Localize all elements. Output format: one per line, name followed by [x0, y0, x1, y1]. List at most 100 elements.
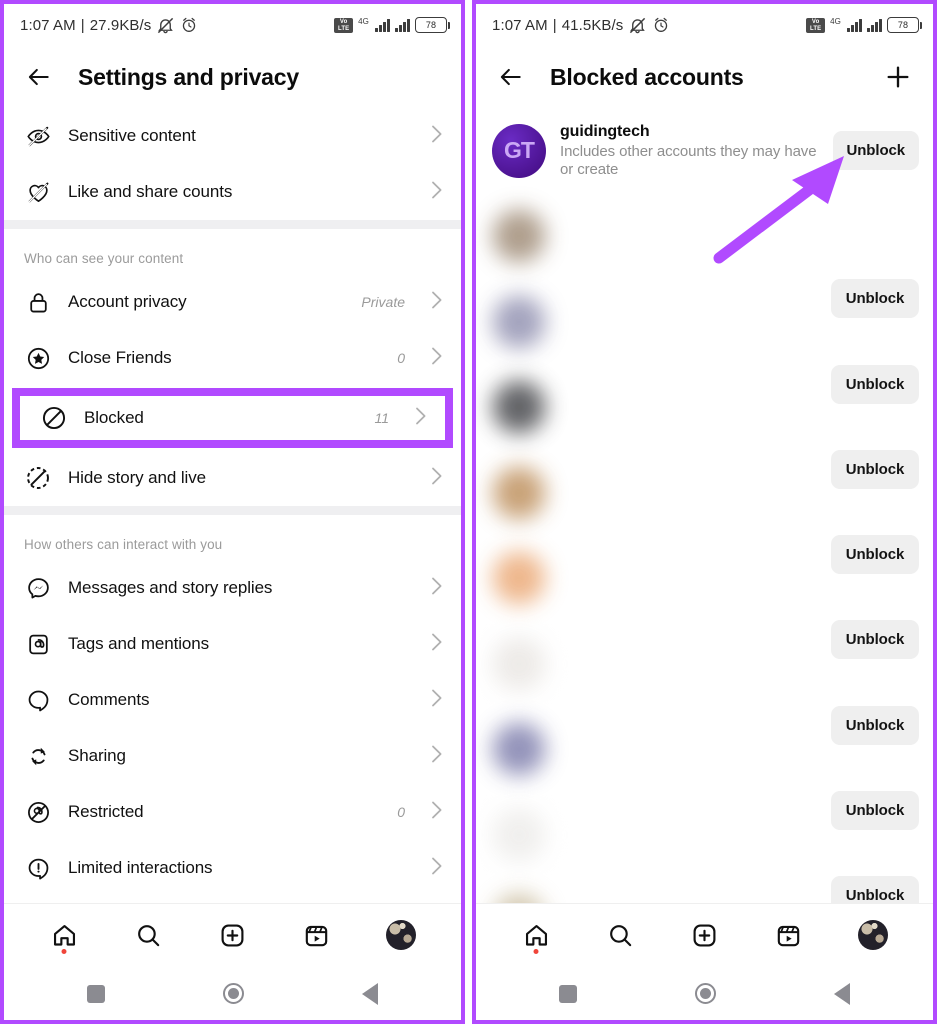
eye-off-icon [24, 122, 52, 150]
unblock-button[interactable]: Unblock [832, 131, 919, 171]
settings-row-sensitive-content[interactable]: Sensitive content [4, 108, 461, 164]
star-circle-icon [24, 344, 52, 372]
volte-bottom-label: LTE [338, 25, 350, 32]
blurred-avatar [492, 551, 546, 606]
status-bar: 1:07 AM | 27.9KB/s Vo LTE 4G 78 [4, 4, 461, 46]
home-circle-icon[interactable] [695, 983, 716, 1004]
nav-home-button[interactable] [518, 917, 554, 954]
section-divider [4, 506, 461, 515]
android-navigation-bar [476, 966, 933, 1020]
blocked-account-row[interactable]: GT guidingtech Includes other accounts t… [476, 108, 933, 194]
instagram-tab-bar [4, 904, 461, 966]
chevron-right-icon [431, 125, 443, 148]
blocked-row-highlight-box: Blocked 11 [12, 388, 453, 448]
nav-reels-button[interactable] [299, 917, 335, 953]
volte-top-label: Vo [339, 18, 348, 25]
chevron-right-icon [431, 467, 443, 490]
settings-row-hide-story-and-live[interactable]: Hide story and live [4, 450, 461, 506]
home-circle-icon[interactable] [223, 983, 244, 1004]
unblock-button[interactable]: Unblock [831, 279, 919, 318]
section-heading-who-can-see: Who can see your content [24, 251, 184, 266]
settings-row-label: Sharing [68, 746, 126, 765]
settings-row-restricted[interactable]: Restricted 0 [4, 784, 461, 840]
chevron-right-icon [431, 291, 443, 314]
block-circle-icon [40, 404, 68, 432]
back-arrow-icon[interactable] [24, 62, 54, 92]
blurred-avatar [492, 294, 546, 349]
alarm-clock-icon [183, 17, 196, 32]
signal-bars-secondary-icon [867, 18, 882, 32]
page-title: Blocked accounts [550, 63, 744, 90]
battery-icon: 78 [887, 17, 922, 33]
unblock-button[interactable]: Unblock [831, 365, 919, 404]
settings-row-label: Account privacy [68, 292, 187, 311]
volte-top-label: Vo [811, 18, 820, 25]
settings-list[interactable]: Sensitive content Like and share counts [4, 108, 461, 968]
volte-badge-icon: Vo LTE [806, 17, 826, 33]
screenshot-root: 1:07 AM | 27.9KB/s Vo LTE 4G 78 Settings… [0, 0, 937, 1024]
settings-row-comments[interactable]: Comments [4, 672, 461, 728]
profile-avatar-icon [385, 920, 416, 950]
bottom-navigation [4, 903, 461, 1020]
settings-row-close-friends[interactable]: Close Friends 0 [4, 330, 461, 386]
settings-row-label: Blocked [84, 408, 144, 427]
unblock-button[interactable]: Unblock [831, 706, 919, 745]
unblock-button[interactable]: Unblock [831, 620, 919, 659]
settings-row-account-privacy[interactable]: Account privacy Private [4, 274, 461, 330]
back-triangle-icon[interactable] [362, 982, 378, 1005]
guidingtech-logo-avatar: GT [480, 117, 546, 178]
warning-circle-icon [24, 854, 52, 882]
bottom-navigation [476, 903, 933, 1020]
nav-profile-button[interactable] [855, 917, 891, 953]
signal-bars-secondary-icon [395, 18, 410, 32]
recents-square-icon[interactable] [559, 984, 577, 1003]
back-arrow-icon[interactable] [496, 62, 526, 92]
blocked-accounts-list[interactable]: GT guidingtech Includes other accounts t… [476, 108, 933, 968]
settings-row-label: Tags and mentions [68, 634, 209, 653]
nav-profile-button[interactable] [383, 917, 419, 953]
at-mention-icon [24, 630, 52, 658]
chevron-right-icon [431, 689, 443, 712]
nav-search-button[interactable] [130, 917, 166, 953]
settings-row-label: Restricted [68, 802, 144, 821]
status-bar-right: Vo LTE 4G 78 [334, 17, 450, 33]
settings-row-label: Close Friends [68, 348, 172, 367]
chevron-right-icon [431, 181, 443, 204]
nav-home-button[interactable] [46, 917, 82, 954]
share-loop-icon [24, 742, 52, 770]
settings-row-messages-and-story-replies[interactable]: Messages and story replies [4, 560, 461, 616]
unblock-button[interactable]: Unblock [831, 535, 919, 574]
volte-badge-icon: Vo LTE [334, 17, 354, 33]
unblock-button[interactable]: Unblock [831, 791, 919, 830]
nav-create-button[interactable] [686, 917, 722, 953]
settings-row-sharing[interactable]: Sharing [4, 728, 461, 784]
nav-create-button[interactable] [214, 917, 250, 953]
plus-icon[interactable] [883, 62, 913, 92]
settings-row-value: 0 [397, 804, 405, 820]
unblock-button[interactable]: Unblock [831, 450, 919, 489]
network-type-label: 4G [830, 17, 841, 26]
blocked-account-row[interactable] [476, 194, 933, 280]
settings-row-tags-and-mentions[interactable]: Tags and mentions [4, 616, 461, 672]
nav-search-button[interactable] [602, 917, 638, 953]
restricted-icon [24, 798, 52, 826]
profile-avatar-icon [857, 920, 888, 950]
nav-reels-button[interactable] [771, 917, 807, 953]
settings-row-like-and-share-counts[interactable]: Like and share counts [4, 164, 461, 220]
status-network-speed: 27.9KB/s [89, 16, 152, 34]
settings-row-blocked[interactable]: Blocked 11 [20, 396, 445, 440]
back-triangle-icon[interactable] [834, 982, 850, 1005]
home-notification-dot [61, 949, 67, 954]
recents-square-icon[interactable] [87, 984, 105, 1003]
settings-row-limited-interactions[interactable]: Limited interactions [4, 840, 461, 896]
home-notification-dot [533, 949, 539, 954]
bell-muted-icon [158, 17, 174, 33]
signal-bars-primary-icon [375, 18, 390, 32]
section-heading-how-others-interact: How others can interact with you [24, 537, 223, 552]
app-header: Blocked accounts [476, 46, 933, 108]
blurred-avatar [492, 465, 546, 520]
messenger-icon [24, 574, 52, 602]
settings-row-value: 11 [374, 410, 389, 426]
volte-bottom-label: LTE [810, 25, 822, 32]
settings-row-label: Comments [68, 690, 150, 709]
